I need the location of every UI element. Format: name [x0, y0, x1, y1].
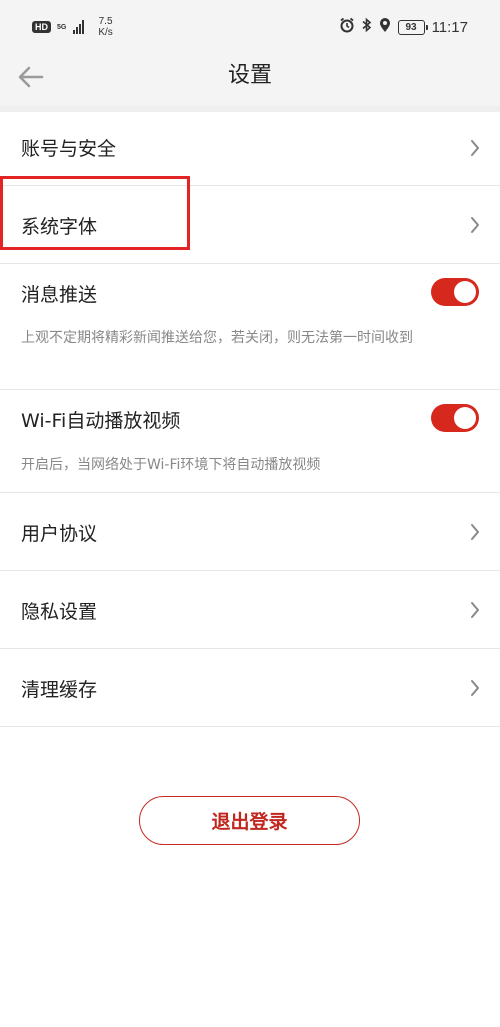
toggle-knob: [454, 407, 476, 429]
user-agreement-row[interactable]: 用户协议: [0, 493, 500, 570]
speed-value: 7.5: [98, 16, 113, 27]
alarm-icon: [339, 17, 355, 37]
clock: 11:17: [431, 18, 468, 36]
privacy-settings-row[interactable]: 隐私设置: [0, 571, 500, 648]
battery-icon: 93: [397, 19, 428, 35]
clear-cache-label: 清理缓存: [21, 679, 98, 701]
wifi-autoplay-toggle[interactable]: [431, 404, 479, 432]
chevron-right-icon: [471, 680, 479, 696]
chevron-right-icon: [471, 217, 479, 233]
network-speed: 7.5 K/s: [98, 16, 112, 38]
speed-unit: K/s: [98, 27, 113, 38]
status-bar: HD 5G 7.5 K/s 93 11:17: [0, 0, 500, 50]
highlight-box: [0, 176, 190, 250]
account-security-row[interactable]: 账号与安全: [0, 112, 500, 185]
battery-level: 93: [405, 21, 417, 33]
status-left: HD 5G 7.5 K/s: [32, 16, 113, 38]
toggle-knob: [454, 281, 476, 303]
wifi-autoplay-label: Wi-Fi自动播放视频: [21, 410, 181, 432]
user-agreement-label: 用户协议: [21, 523, 98, 545]
wifi-autoplay-description: 开启后，当网络处于Wi-Fi环境下将自动播放视频: [21, 457, 321, 473]
hd-badge: HD: [32, 21, 51, 33]
privacy-settings-label: 隐私设置: [21, 601, 98, 623]
push-notification-label: 消息推送: [21, 284, 98, 306]
signal-icon: [73, 20, 85, 34]
push-notification-row: 消息推送 上观不定期将精彩新闻推送给您，若关闭，则无法第一时间收到: [0, 264, 500, 389]
account-security-label: 账号与安全: [21, 138, 117, 160]
logout-button[interactable]: 退出登录: [139, 796, 360, 845]
status-right: 93 11:17: [339, 17, 468, 37]
page-title: 设置: [227, 63, 272, 88]
chevron-right-icon: [471, 140, 479, 156]
chevron-right-icon: [471, 524, 479, 540]
divider: [0, 726, 500, 727]
header-bar: 设置: [0, 50, 500, 106]
push-notification-toggle[interactable]: [431, 278, 479, 306]
wifi-autoplay-row: Wi-Fi自动播放视频 开启后，当网络处于Wi-Fi环境下将自动播放视频: [0, 390, 500, 492]
clear-cache-row[interactable]: 清理缓存: [0, 649, 500, 726]
bluetooth-icon: [362, 17, 372, 37]
chevron-right-icon: [471, 602, 479, 618]
signal-label: 5G: [57, 23, 67, 31]
location-icon: [379, 17, 391, 37]
push-notification-description: 上观不定期将精彩新闻推送给您，若关闭，则无法第一时间收到: [21, 330, 413, 346]
